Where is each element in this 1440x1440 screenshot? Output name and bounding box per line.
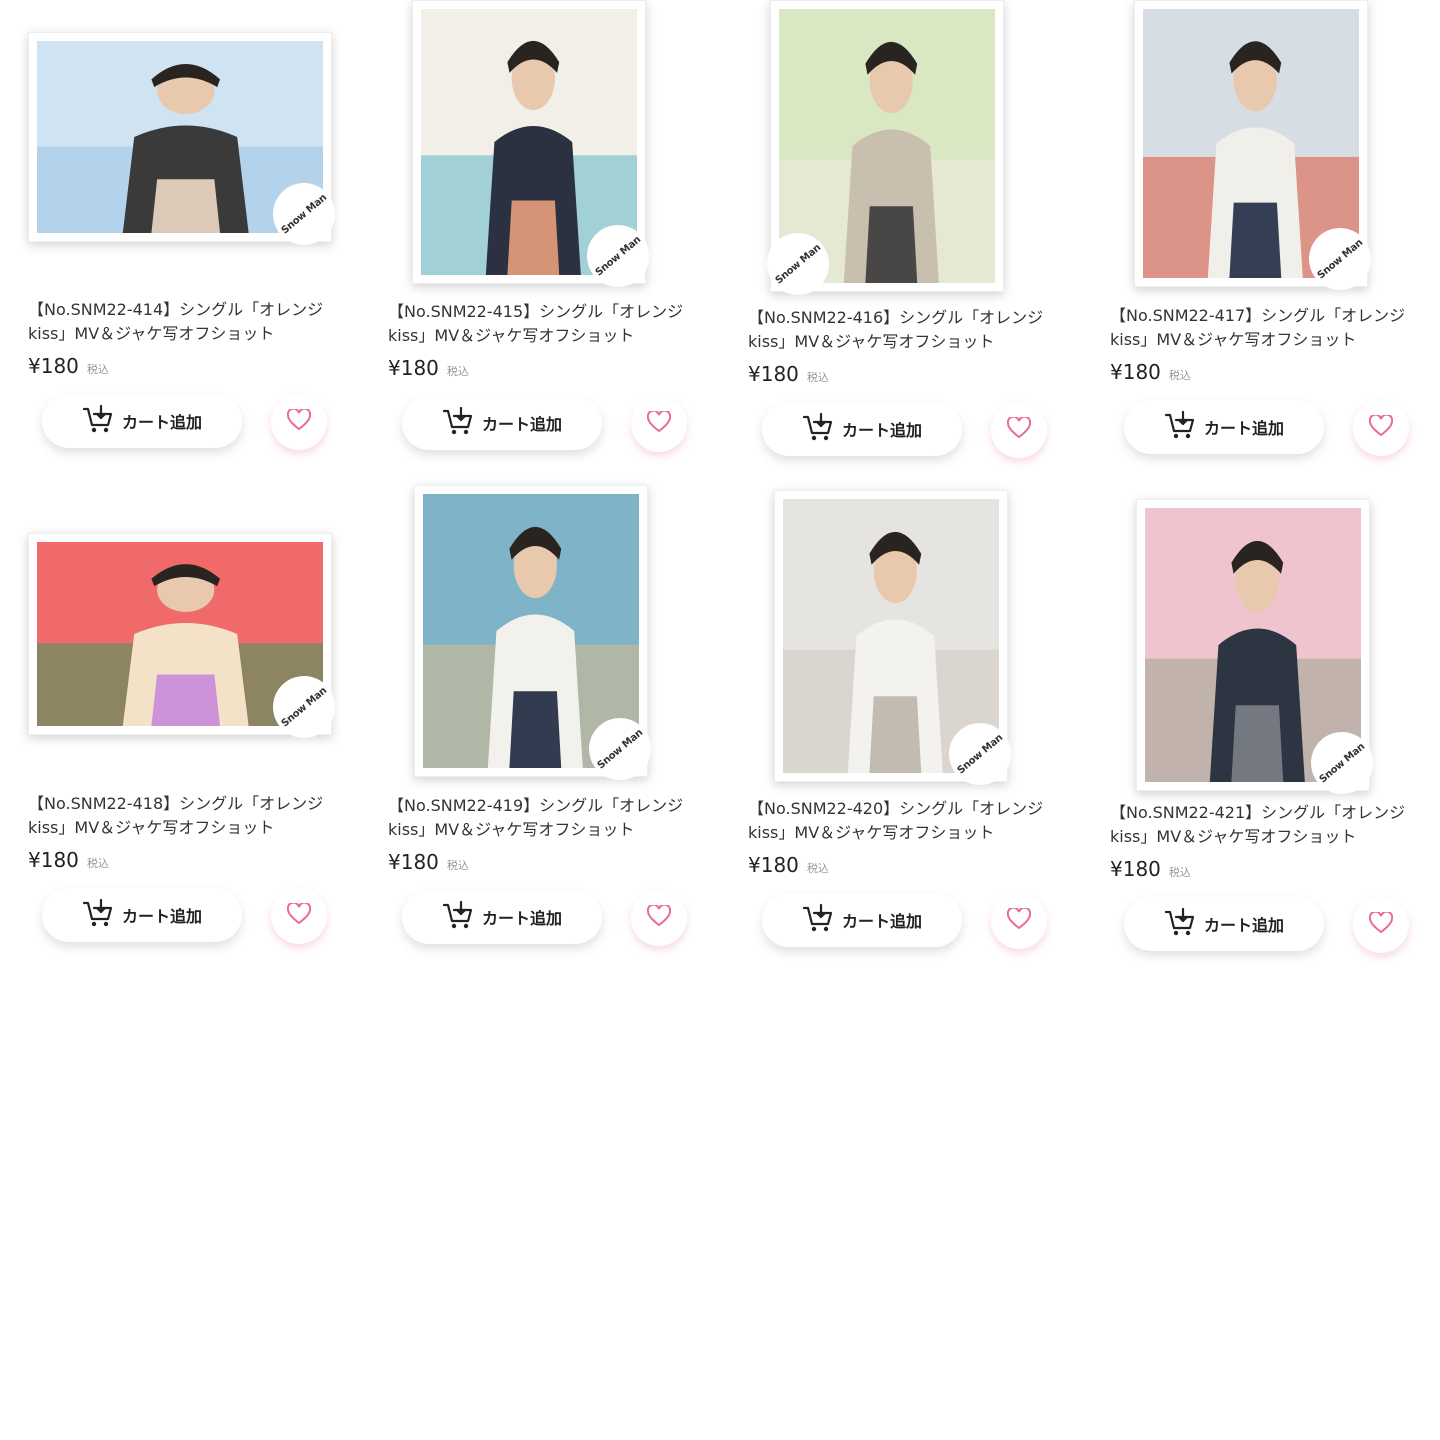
product-price: ¥180 bbox=[748, 853, 799, 877]
favorite-button[interactable] bbox=[991, 893, 1047, 949]
heart-icon bbox=[1368, 910, 1394, 938]
cart-download-icon bbox=[82, 898, 114, 932]
add-to-cart-button[interactable]: カート追加 bbox=[762, 893, 962, 947]
product-photo[interactable]: Snow Man bbox=[774, 490, 1024, 798]
tax-label: 税込 bbox=[806, 371, 829, 384]
product-price: ¥180 bbox=[28, 354, 79, 378]
product-price: ¥180 bbox=[388, 356, 439, 380]
price-row: ¥180 税込 bbox=[748, 362, 829, 386]
add-to-cart-button[interactable]: カート追加 bbox=[762, 402, 962, 456]
brand-logo-text: Snow Man bbox=[1315, 236, 1365, 282]
tax-label: 税込 bbox=[86, 857, 109, 870]
empty-area bbox=[0, 980, 1440, 1440]
product-price: ¥180 bbox=[1110, 360, 1161, 384]
product-card: Snow Man 【No.SNM22-421】シングル「オレンジkiss」MV＆ジ… bbox=[1110, 485, 1440, 955]
tax-label: 税込 bbox=[1168, 369, 1191, 382]
heart-icon bbox=[646, 409, 672, 437]
favorite-button[interactable] bbox=[631, 396, 687, 452]
favorite-button[interactable] bbox=[991, 402, 1047, 458]
product-card: Snow Man 【No.SNM22-414】シングル「オレンジkiss」MV＆ジ… bbox=[28, 0, 358, 470]
add-to-cart-button[interactable]: カート追加 bbox=[402, 890, 602, 944]
price-row: ¥180 税込 bbox=[1110, 857, 1191, 881]
favorite-button[interactable] bbox=[1353, 897, 1409, 953]
cart-download-icon bbox=[82, 404, 114, 438]
product-card: Snow Man 【No.SNM22-417】シングル「オレンジkiss」MV＆ジ… bbox=[1110, 0, 1440, 470]
favorite-button[interactable] bbox=[631, 890, 687, 946]
tax-label: 税込 bbox=[446, 365, 469, 378]
brand-logo-text: Snow Man bbox=[1317, 740, 1367, 786]
cart-download-icon bbox=[1164, 907, 1196, 941]
product-photo[interactable]: Snow Man bbox=[28, 32, 348, 258]
cart-download-icon bbox=[442, 900, 474, 934]
product-photo[interactable]: Snow Man bbox=[28, 533, 348, 751]
product-price: ¥180 bbox=[388, 850, 439, 874]
add-to-cart-label: カート追加 bbox=[1203, 916, 1284, 935]
add-to-cart-button[interactable]: カート追加 bbox=[1124, 400, 1324, 454]
favorite-button[interactable] bbox=[1353, 400, 1409, 456]
product-price: ¥180 bbox=[748, 362, 799, 386]
product-card: Snow Man 【No.SNM22-420】シングル「オレンジkiss」MV＆ジ… bbox=[748, 485, 1078, 955]
product-title[interactable]: 【No.SNM22-415】シングル「オレンジkiss」MV＆ジャケ写オフショッ… bbox=[388, 300, 698, 348]
add-to-cart-label: カート追加 bbox=[121, 413, 202, 432]
heart-icon bbox=[1006, 415, 1032, 443]
brand-logo-text: Snow Man bbox=[773, 241, 823, 287]
price-row: ¥180 税込 bbox=[28, 848, 109, 872]
cart-download-icon bbox=[442, 406, 474, 440]
cart-download-icon bbox=[1164, 410, 1196, 444]
product-photo[interactable]: Snow Man bbox=[414, 485, 664, 793]
price-row: ¥180 税込 bbox=[748, 853, 829, 877]
add-to-cart-label: カート追加 bbox=[481, 415, 562, 434]
heart-icon bbox=[1006, 906, 1032, 934]
product-title[interactable]: 【No.SNM22-421】シングル「オレンジkiss」MV＆ジャケ写オフショッ… bbox=[1110, 801, 1420, 849]
heart-icon bbox=[1368, 413, 1394, 441]
product-photo[interactable]: Snow Man bbox=[1134, 0, 1384, 303]
add-to-cart-button[interactable]: カート追加 bbox=[402, 396, 602, 450]
brand-logo-text: Snow Man bbox=[595, 726, 645, 772]
add-to-cart-button[interactable]: カート追加 bbox=[42, 888, 242, 942]
add-to-cart-button[interactable]: カート追加 bbox=[42, 394, 242, 448]
product-card: Snow Man 【No.SNM22-418】シングル「オレンジkiss」MV＆ジ… bbox=[28, 485, 358, 955]
tax-label: 税込 bbox=[1168, 866, 1191, 879]
product-title[interactable]: 【No.SNM22-414】シングル「オレンジkiss」MV＆ジャケ写オフショッ… bbox=[28, 298, 338, 346]
brand-logo-text: Snow Man bbox=[279, 684, 329, 730]
brand-logo-text: Snow Man bbox=[955, 731, 1005, 777]
favorite-button[interactable] bbox=[271, 394, 327, 450]
product-price: ¥180 bbox=[28, 848, 79, 872]
heart-icon bbox=[646, 903, 672, 931]
product-title[interactable]: 【No.SNM22-420】シングル「オレンジkiss」MV＆ジャケ写オフショッ… bbox=[748, 797, 1058, 845]
heart-icon bbox=[286, 901, 312, 929]
product-card: Snow Man 【No.SNM22-416】シングル「オレンジkiss」MV＆ジ… bbox=[748, 0, 1078, 470]
product-card: Snow Man 【No.SNM22-419】シングル「オレンジkiss」MV＆ジ… bbox=[388, 485, 718, 955]
tax-label: 税込 bbox=[86, 363, 109, 376]
product-grid: Snow Man 【No.SNM22-414】シングル「オレンジkiss」MV＆ジ… bbox=[0, 0, 1440, 1000]
brand-logo-text: Snow Man bbox=[279, 191, 329, 237]
product-card: Snow Man 【No.SNM22-415】シングル「オレンジkiss」MV＆ジ… bbox=[388, 0, 718, 470]
tax-label: 税込 bbox=[806, 862, 829, 875]
tax-label: 税込 bbox=[446, 859, 469, 872]
add-to-cart-button[interactable]: カート追加 bbox=[1124, 897, 1324, 951]
product-photo[interactable]: Snow Man bbox=[412, 0, 662, 300]
add-to-cart-label: カート追加 bbox=[121, 907, 202, 926]
heart-icon bbox=[286, 407, 312, 435]
favorite-button[interactable] bbox=[271, 888, 327, 944]
product-price: ¥180 bbox=[1110, 857, 1161, 881]
price-row: ¥180 税込 bbox=[28, 354, 109, 378]
product-photo[interactable]: Snow Man bbox=[1136, 499, 1386, 807]
add-to-cart-label: カート追加 bbox=[841, 912, 922, 931]
add-to-cart-label: カート追加 bbox=[481, 909, 562, 928]
price-row: ¥180 税込 bbox=[1110, 360, 1191, 384]
price-row: ¥180 税込 bbox=[388, 850, 469, 874]
brand-logo-text: Snow Man bbox=[593, 233, 643, 279]
product-title[interactable]: 【No.SNM22-418】シングル「オレンジkiss」MV＆ジャケ写オフショッ… bbox=[28, 792, 338, 840]
product-title[interactable]: 【No.SNM22-417】シングル「オレンジkiss」MV＆ジャケ写オフショッ… bbox=[1110, 304, 1420, 352]
cart-download-icon bbox=[802, 903, 834, 937]
add-to-cart-label: カート追加 bbox=[1203, 419, 1284, 438]
add-to-cart-label: カート追加 bbox=[841, 421, 922, 440]
price-row: ¥180 税込 bbox=[388, 356, 469, 380]
product-title[interactable]: 【No.SNM22-419】シングル「オレンジkiss」MV＆ジャケ写オフショッ… bbox=[388, 794, 698, 842]
product-photo[interactable]: Snow Man bbox=[754, 0, 1004, 308]
cart-download-icon bbox=[802, 412, 834, 446]
product-title[interactable]: 【No.SNM22-416】シングル「オレンジkiss」MV＆ジャケ写オフショッ… bbox=[748, 306, 1058, 354]
